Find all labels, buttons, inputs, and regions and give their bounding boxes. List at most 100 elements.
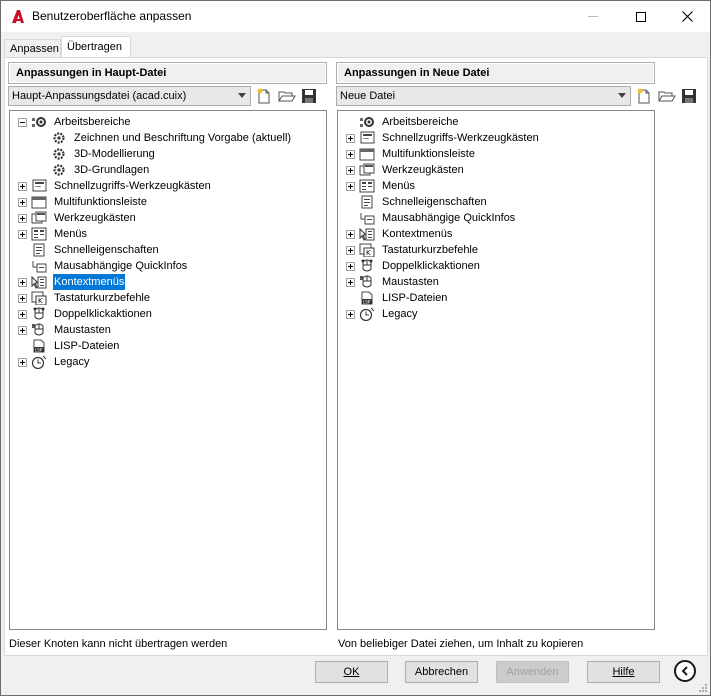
expand-icon[interactable] <box>346 246 355 255</box>
tree-node[interactable]: Schnelleigenschaften <box>18 242 318 258</box>
main-file-status: Dieser Knoten kann nicht übertragen werd… <box>9 638 228 650</box>
tree-node[interactable]: Maustasten <box>346 274 646 290</box>
tree-node[interactable]: Menüs <box>18 226 318 242</box>
tree-node[interactable]: Kontextmenüs <box>346 226 646 242</box>
tree-node[interactable]: Werkzeugkästen <box>18 210 318 226</box>
tree-node[interactable]: Multifunktionsleiste <box>18 194 318 210</box>
close-button[interactable] <box>664 1 710 32</box>
save-disk-icon <box>302 89 316 103</box>
tree-node[interactable]: Schnellzugriffs-Werkzeugkästen <box>346 130 646 146</box>
tree-node[interactable]: K Tastaturkurzbefehle <box>18 290 318 306</box>
new-file-header: Anpassungen in Neue Datei <box>336 62 655 84</box>
tree-node-label: Mausabhängige QuickInfos <box>54 260 188 272</box>
expand-icon[interactable] <box>346 230 355 239</box>
toolbar-stack-icon <box>360 131 375 144</box>
tree-node[interactable]: K Tastaturkurzbefehle <box>346 242 646 258</box>
shortcut-menu-icon <box>31 275 47 289</box>
tree-node[interactable]: LSP LISP-Dateien <box>346 290 646 306</box>
expand-icon[interactable] <box>346 166 355 175</box>
tree-node[interactable]: Legacy <box>346 306 646 322</box>
tree-node[interactable]: Doppelklickaktionen <box>346 258 646 274</box>
tree-node-label: Tastaturkurzbefehle <box>54 292 150 304</box>
save-file-button[interactable] <box>300 88 318 104</box>
maximize-button[interactable] <box>618 1 664 32</box>
main-file-combo[interactable]: Haupt-Anpassungsdatei (acad.cuix) <box>8 86 251 106</box>
expand-icon[interactable] <box>18 326 27 335</box>
expand-icon[interactable] <box>346 310 355 319</box>
tree-node-label: Werkzeugkästen <box>54 212 136 224</box>
collapse-panel-button[interactable] <box>674 660 696 682</box>
tree-node[interactable]: Arbeitsbereiche <box>346 114 646 130</box>
open-file-button[interactable] <box>278 88 296 104</box>
tree-node-label: Schnellzugriffs-Werkzeugkästen <box>54 180 211 192</box>
expand-icon[interactable] <box>18 182 27 191</box>
tree-node[interactable]: Kontextmenüs <box>18 274 318 290</box>
new-file-button-right[interactable] <box>636 88 654 104</box>
resize-grip-icon[interactable] <box>698 683 708 693</box>
main-file-combo-value: Haupt-Anpassungsdatei (acad.cuix) <box>12 90 187 102</box>
collapse-icon[interactable] <box>18 118 27 127</box>
tree-node[interactable]: Menüs <box>346 178 646 194</box>
rollover-tooltip-icon <box>32 261 47 273</box>
open-folder-icon <box>658 91 676 102</box>
expand-icon[interactable] <box>18 278 27 287</box>
new-file-icon <box>257 88 270 104</box>
mouse-icon <box>360 275 372 288</box>
tree-node[interactable]: Multifunktionsleiste <box>346 146 646 162</box>
tree-node[interactable]: Doppelklickaktionen <box>18 306 318 322</box>
expand-icon[interactable] <box>18 214 27 223</box>
tree-node[interactable]: Schnellzugriffs-Werkzeugkästen <box>18 178 318 194</box>
tree-node[interactable]: Maustasten <box>18 322 318 338</box>
tree-node[interactable]: LSP LISP-Dateien <box>18 338 318 354</box>
svg-text:LSP: LSP <box>35 348 43 353</box>
open-file-button-right[interactable] <box>658 88 676 104</box>
help-button[interactable]: Hilfe <box>587 661 660 683</box>
tree-node-label: Menüs <box>382 180 416 192</box>
cancel-button[interactable]: Abbrechen <box>405 661 478 683</box>
new-file-button[interactable] <box>256 88 274 104</box>
tree-node[interactable]: Werkzeugkästen <box>346 162 646 178</box>
save-file-button-right[interactable] <box>680 88 698 104</box>
expand-icon[interactable] <box>18 230 27 239</box>
expand-icon[interactable] <box>18 358 27 367</box>
title-bar[interactable]: Benutzeroberfläche anpassen <box>1 1 710 32</box>
tree-node-label: Maustasten <box>382 276 439 288</box>
tab-uebertragen[interactable]: Übertragen <box>61 36 131 58</box>
ok-button[interactable]: OK <box>315 661 388 683</box>
tree-node[interactable]: Legacy <box>18 354 318 370</box>
expand-icon[interactable] <box>346 150 355 159</box>
keyboard-shortcut-icon: K <box>31 291 47 305</box>
tree-node-label: Multifunktionsleiste <box>54 196 147 208</box>
gear-icon <box>53 132 65 144</box>
tree-node[interactable]: Mausabhängige QuickInfos <box>346 210 646 226</box>
tree-node-label: Doppelklickaktionen <box>54 308 152 320</box>
new-file-tree[interactable]: Arbeitsbereiche Schnellzugriffs-Werkzeugk… <box>337 110 655 630</box>
tree-node[interactable]: 3D-Modellierung <box>38 146 318 162</box>
new-file-combo[interactable]: Neue Datei <box>336 86 631 106</box>
minimize-button[interactable] <box>570 1 616 32</box>
apply-button[interactable]: Anwenden <box>496 661 569 683</box>
tree-node[interactable]: Schnelleigenschaften <box>346 194 646 210</box>
expand-icon[interactable] <box>18 310 27 319</box>
expand-icon[interactable] <box>346 278 355 287</box>
chevron-down-icon <box>618 93 626 98</box>
menu-icon <box>31 227 47 241</box>
tree-node[interactable]: Arbeitsbereiche <box>18 114 318 130</box>
tree-node[interactable]: Mausabhängige QuickInfos <box>18 258 318 274</box>
expand-icon[interactable] <box>18 294 27 303</box>
expand-icon[interactable] <box>18 198 27 207</box>
svg-text:K: K <box>366 249 371 257</box>
quick-properties-icon <box>361 195 373 209</box>
expand-icon[interactable] <box>346 182 355 191</box>
tab-anpassen[interactable]: Anpassen <box>4 39 61 58</box>
lisp-file-icon: LSP <box>361 291 373 305</box>
open-folder-icon <box>278 91 296 102</box>
mouse-icon <box>32 323 44 336</box>
expand-icon[interactable] <box>346 262 355 271</box>
tree-node[interactable]: 3D-Grundlagen <box>38 162 318 178</box>
autocad-logo-icon <box>12 10 24 23</box>
new-file-icon <box>637 88 650 104</box>
main-file-tree[interactable]: Arbeitsbereiche Zeichnen und Beschriftung… <box>9 110 327 630</box>
expand-icon[interactable] <box>346 134 355 143</box>
tree-node[interactable]: Zeichnen und Beschriftung Vorgabe (aktue… <box>38 130 318 146</box>
